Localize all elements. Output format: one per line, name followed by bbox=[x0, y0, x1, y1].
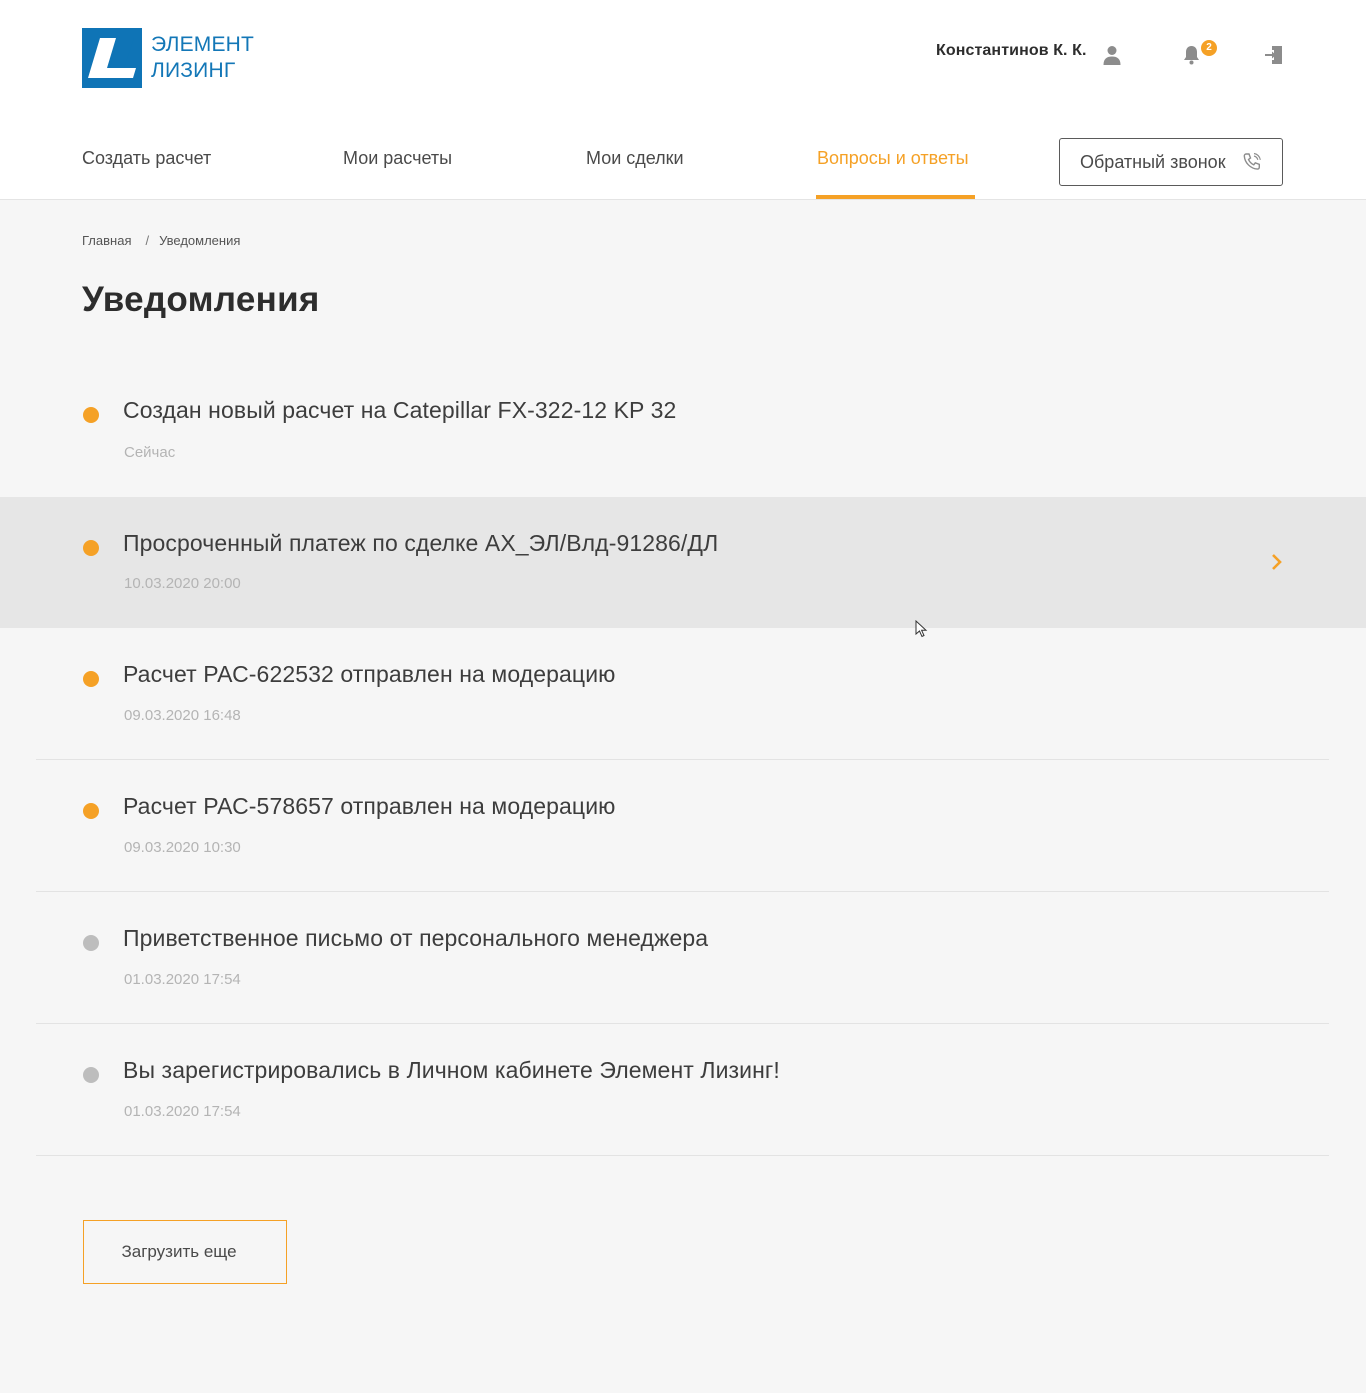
notification-time: 09.03.2020 16:48 bbox=[124, 707, 241, 724]
notification-title: Расчет РАС-622532 отправлен на модерацию bbox=[123, 661, 616, 687]
site-header: ЭЛЕМЕНТ ЛИЗИНГ Константинов К. К. 2 Созд… bbox=[0, 0, 1366, 200]
phone-icon bbox=[1242, 152, 1262, 177]
divider bbox=[36, 1155, 1329, 1156]
breadcrumb-home-link[interactable]: Главная bbox=[82, 233, 131, 248]
logout-icon[interactable] bbox=[1261, 43, 1285, 67]
notification-title: Просроченный платеж по сделке АХ_ЭЛ/Влд-… bbox=[123, 530, 719, 556]
nav-active-underline bbox=[816, 195, 975, 199]
unread-dot-icon bbox=[83, 407, 99, 423]
nav-my-deals[interactable]: Мои сделки bbox=[586, 148, 684, 169]
notification-item[interactable]: Вы зарегистрировались в Личном кабинете … bbox=[0, 1024, 1366, 1156]
notification-count-badge: 2 bbox=[1201, 40, 1217, 56]
logo[interactable]: ЭЛЕМЕНТ ЛИЗИНГ bbox=[82, 28, 254, 88]
breadcrumb-current: Уведомления bbox=[159, 233, 241, 248]
notification-title: Создан новый расчет на Catepillar FX-322… bbox=[123, 397, 677, 423]
bell-icon[interactable] bbox=[1179, 43, 1203, 67]
unread-dot-icon bbox=[83, 540, 99, 556]
notification-title: Расчет РАС-578657 отправлен на модерацию bbox=[123, 793, 616, 819]
nav-create-calculation[interactable]: Создать расчет bbox=[82, 148, 211, 169]
nav-my-calculations[interactable]: Мои расчеты bbox=[343, 148, 452, 169]
read-dot-icon bbox=[83, 935, 99, 951]
logo-mark bbox=[82, 28, 142, 88]
logo-line-2: ЛИЗИНГ bbox=[151, 59, 236, 82]
breadcrumb-separator: / bbox=[145, 233, 150, 248]
page-title: Уведомления bbox=[82, 280, 320, 319]
notification-time: Сейчас bbox=[124, 444, 176, 461]
user-block[interactable]: Константинов К. К. bbox=[936, 42, 1087, 60]
notification-time: 01.03.2020 17:54 bbox=[124, 971, 241, 988]
notification-item[interactable]: Приветственное письмо от персонального м… bbox=[0, 892, 1366, 1024]
chevron-right-icon[interactable] bbox=[1270, 552, 1284, 577]
notification-title: Вы зарегистрировались в Личном кабинете … bbox=[123, 1057, 780, 1083]
nav-faq[interactable]: Вопросы и ответы bbox=[817, 148, 969, 169]
callback-button-label: Обратный звонок bbox=[1080, 151, 1226, 172]
logo-text: ЭЛЕМЕНТ ЛИЗИНГ bbox=[151, 32, 254, 84]
notification-time: 01.03.2020 17:54 bbox=[124, 1103, 241, 1120]
notification-item[interactable]: Просроченный платеж по сделке АХ_ЭЛ/Влд-… bbox=[0, 497, 1366, 628]
user-icon[interactable] bbox=[1100, 43, 1124, 67]
notification-item[interactable]: Создан новый расчет на Catepillar FX-322… bbox=[0, 366, 1366, 498]
mouse-cursor-icon bbox=[915, 619, 929, 643]
notification-item[interactable]: Расчет РАС-622532 отправлен на модерацию… bbox=[0, 628, 1366, 760]
notification-time: 10.03.2020 20:00 bbox=[124, 575, 241, 592]
read-dot-icon bbox=[83, 1067, 99, 1083]
notification-item[interactable]: Расчет РАС-578657 отправлен на модерацию… bbox=[0, 760, 1366, 892]
notification-time: 09.03.2020 10:30 bbox=[124, 839, 241, 856]
load-more-button[interactable]: Загрузить еще bbox=[83, 1220, 287, 1284]
user-name[interactable]: Константинов К. К. bbox=[936, 42, 1087, 60]
callback-button[interactable]: Обратный звонок bbox=[1059, 138, 1283, 186]
notification-title: Приветственное письмо от персонального м… bbox=[123, 925, 709, 951]
breadcrumb: Главная / Уведомления bbox=[82, 233, 240, 248]
unread-dot-icon bbox=[83, 671, 99, 687]
unread-dot-icon bbox=[83, 803, 99, 819]
logo-line-1: ЭЛЕМЕНТ bbox=[151, 33, 255, 56]
